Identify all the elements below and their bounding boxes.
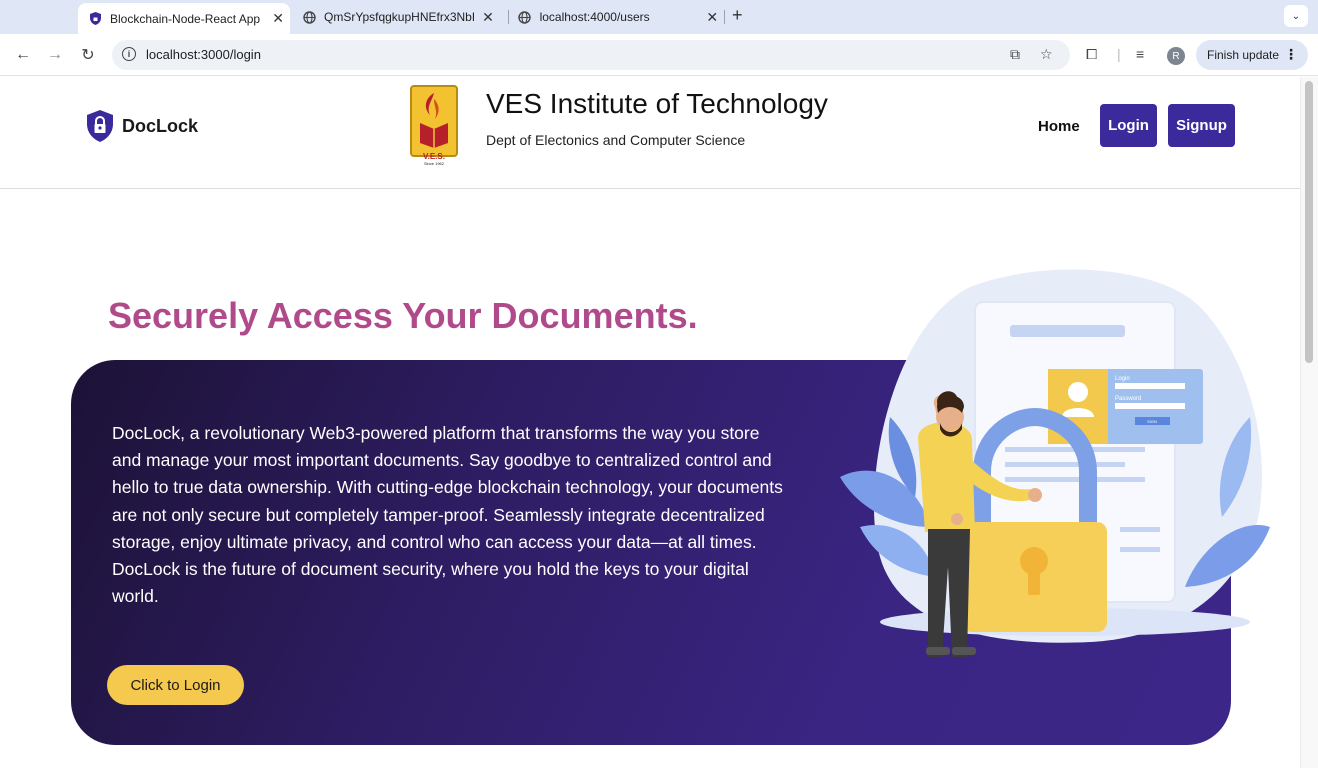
finish-update-label: Finish update [1207,48,1280,62]
extensions-puzzle-icon[interactable]: ⧠ [1086,46,1097,63]
install-app-icon[interactable]: ⧉ [1010,46,1020,63]
logo-since: Since 1962 [424,161,445,166]
illus-form-login: Login [1115,376,1130,382]
tab-title: QmSrYpsfqgkupHNEfrx3NbH [324,10,474,24]
illus-form-button: SIGN [1147,419,1157,424]
illus-form-password: Password [1115,396,1141,402]
signup-button[interactable]: Signup [1168,104,1235,147]
reload-icon[interactable]: ↻ [77,44,99,66]
shield-favicon-icon [88,12,102,26]
hero-headline: Securely Access Your Documents. [108,295,698,336]
browser-tab-strip: Blockchain-Node-React App ✕ QmSrYpsfqgku… [0,0,1318,34]
tab-ipfs-hash[interactable]: QmSrYpsfqgkupHNEfrx3NbH ✕ [292,4,504,30]
reading-list-icon[interactable]: ≡ [1136,46,1144,62]
tab-separator [724,10,725,24]
toolbar-divider: | [1117,46,1121,62]
tab-title: Blockchain-Node-React App [110,11,261,26]
department-name: Dept of Electonics and Computer Science [486,132,746,148]
back-arrow-icon[interactable]: ← [12,44,34,66]
click-to-login-button[interactable]: Click to Login [107,665,244,705]
security-lock-illustration: Login Password SIGN [840,269,1270,657]
address-bar[interactable]: i localhost:3000/login ⧉ ☆ [112,40,1070,70]
forward-arrow-icon[interactable]: → [44,44,66,66]
brand[interactable]: DocLock [85,109,198,143]
globe-icon [518,10,532,24]
new-tab-plus-icon[interactable]: + [732,5,743,26]
globe-icon [302,10,316,24]
tab-search-chevron-icon[interactable]: ⌄ [1284,5,1308,27]
scrollbar-thumb[interactable] [1305,81,1313,363]
hero-description: DocLock, a revolutionary Web3-powered pl… [112,423,783,607]
close-tab-icon[interactable]: ✕ [705,9,721,26]
tab-blockchain-app[interactable]: Blockchain-Node-React App ✕ [78,3,290,34]
site-info-icon[interactable]: i [122,47,136,61]
close-tab-icon[interactable]: ✕ [480,9,496,26]
tab-title: localhost:4000/users [539,10,650,24]
page-scrollbar[interactable] [1300,77,1318,768]
institute-name: VES Institute of Technology [486,88,828,119]
bookmark-star-icon[interactable]: ☆ [1040,46,1053,63]
nav-home-link[interactable]: Home [1038,118,1080,135]
profile-avatar[interactable]: R [1167,47,1185,65]
site-navbar: DocLock V.E.S. Since 1962 VES Institute … [0,77,1300,189]
browser-toolbar: ← → ↻ i localhost:3000/login ⧉ ☆ ⧠ | ≡ R… [0,34,1318,76]
tab-users[interactable]: localhost:4000/users ✕ [508,4,720,30]
page-content: DocLock V.E.S. Since 1962 VES Institute … [0,77,1300,768]
close-tab-icon[interactable]: ✕ [270,10,286,27]
brand-name: DocLock [122,115,199,136]
logo-text: V.E.S. [423,152,445,161]
url-text: localhost:3000/login [146,47,261,62]
more-menu-icon[interactable]: ⋮ [1284,46,1298,63]
finish-update-button[interactable]: Finish update ⋮ [1196,40,1308,70]
shield-lock-icon [87,110,113,142]
login-button[interactable]: Login [1100,104,1157,147]
ves-logo-icon: V.E.S. Since 1962 [410,85,458,166]
